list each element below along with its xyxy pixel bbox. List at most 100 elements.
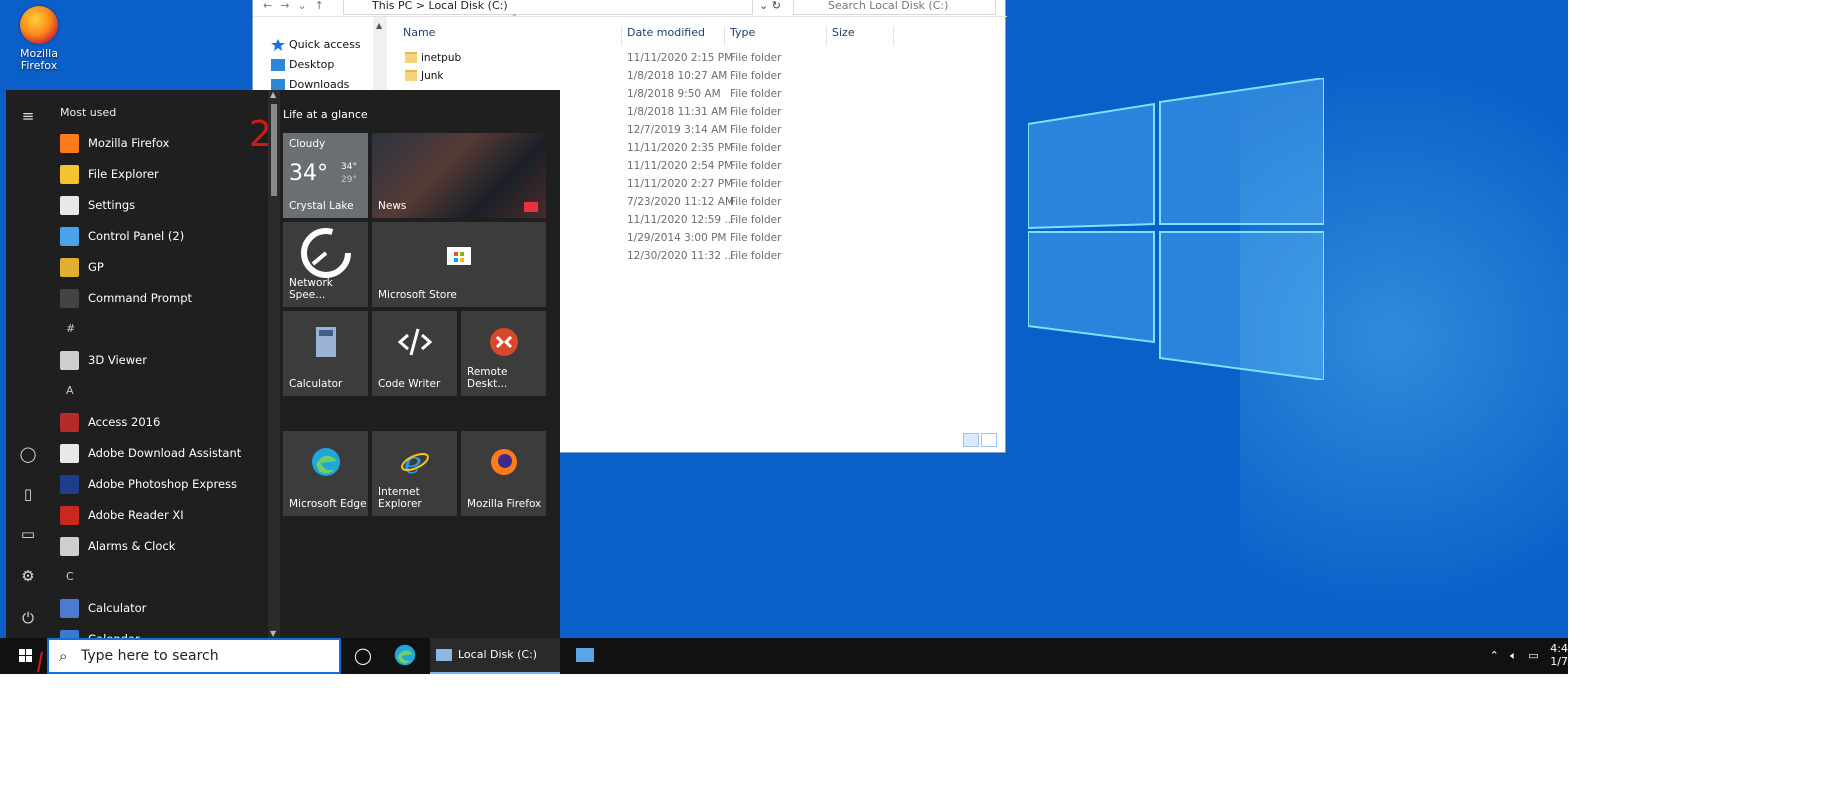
app-label: Adobe Reader XI bbox=[88, 508, 184, 522]
breadcrumb-local-disk[interactable]: Local Disk (C:) bbox=[429, 0, 508, 12]
app-item[interactable]: Mozilla Firefox bbox=[60, 128, 266, 158]
table-row[interactable]: inetpub 11/11/2020 2:15 PM File folder bbox=[393, 49, 993, 67]
windows-start-icon bbox=[19, 649, 43, 673]
edge-icon bbox=[311, 447, 340, 476]
column-date[interactable]: Date modified bbox=[627, 26, 705, 39]
taskbar-edge-button[interactable] bbox=[394, 644, 416, 668]
explorer-search-input[interactable]: Search Local Disk (C:) bbox=[793, 0, 996, 15]
column-name[interactable]: Name bbox=[403, 26, 435, 39]
group-letter[interactable]: A bbox=[66, 381, 74, 401]
firefox-icon bbox=[490, 448, 517, 475]
nav-arrows[interactable]: ←→⌄↑ bbox=[263, 0, 332, 12]
tile-code-writer[interactable]: Code Writer bbox=[372, 311, 457, 396]
weather-low: 29° bbox=[341, 175, 357, 185]
table-row[interactable]: Junk 1/8/2018 10:27 AM File folder bbox=[393, 67, 993, 85]
taskbar-search-input[interactable]: ⌕ Type here to search bbox=[47, 638, 341, 674]
app-item[interactable]: Adobe Reader XI bbox=[60, 500, 266, 530]
app-item[interactable]: File Explorer bbox=[60, 159, 266, 189]
group-letter[interactable]: # bbox=[66, 319, 75, 339]
control-panel-icon bbox=[60, 227, 79, 246]
pictures-icon[interactable]: ▭ bbox=[18, 524, 38, 544]
app-label: Command Prompt bbox=[88, 291, 193, 305]
app-item[interactable]: Command Prompt bbox=[60, 283, 266, 313]
scrollbar-thumb[interactable] bbox=[271, 104, 277, 196]
gear-icon bbox=[60, 196, 79, 215]
breadcrumb[interactable]: This PC > Local Disk (C:) bbox=[343, 0, 753, 15]
file-date: 12/30/2020 11:32 ... bbox=[627, 250, 735, 262]
tile-remote-desktop[interactable]: Remote Deskt... bbox=[461, 311, 546, 396]
tile-label: News bbox=[378, 200, 407, 212]
tile-news[interactable]: News bbox=[372, 133, 546, 218]
svg-text:e: e bbox=[404, 447, 422, 477]
control-panel-taskbar-icon[interactable] bbox=[576, 648, 594, 662]
start-menu: ≡ ◯ ▯ ▭ ⚙ ⏻ Most used Mozilla Firefox Fil… bbox=[6, 90, 560, 649]
file-type: File folder bbox=[730, 250, 782, 262]
windows-logo-wallpaper bbox=[1028, 78, 1324, 380]
refresh-icon[interactable]: ⌄ ↻ bbox=[759, 0, 781, 12]
tile-calculator[interactable]: Calculator bbox=[283, 311, 368, 396]
view-buttons bbox=[961, 432, 1001, 448]
file-date: 1/8/2018 9:50 AM bbox=[627, 88, 721, 100]
app-item[interactable]: 3D Viewer bbox=[60, 345, 266, 375]
system-tray: ⌃ 🔈︎ ▭ 4:4 1/7 bbox=[1490, 638, 1568, 674]
clock[interactable]: 4:4 1/7 bbox=[1550, 638, 1568, 668]
app-list: Most used Mozilla Firefox File Explorer Se… bbox=[50, 90, 268, 649]
app-item[interactable]: Settings bbox=[60, 190, 266, 220]
calculator-icon bbox=[60, 599, 79, 618]
app-item[interactable]: Adobe Photoshop Express bbox=[60, 469, 266, 499]
cortana-icon[interactable]: ◯ bbox=[354, 638, 372, 674]
speed-gauge-icon bbox=[300, 227, 351, 278]
weather-high: 34° bbox=[341, 162, 357, 172]
folder-icon bbox=[60, 165, 79, 184]
large-icons-view-icon[interactable] bbox=[981, 433, 997, 447]
tile-internet-explorer[interactable]: e Internet Explorer bbox=[372, 431, 457, 516]
tile-weather[interactable]: Cloudy 34° 34° 29° Crystal Lake bbox=[283, 133, 368, 218]
settings-gear-icon[interactable]: ⚙ bbox=[18, 566, 38, 586]
app-item[interactable]: Adobe Download Assistant bbox=[60, 438, 266, 468]
hamburger-menu-icon[interactable]: ≡ bbox=[18, 106, 38, 126]
gp-icon bbox=[60, 258, 79, 277]
folder-icon bbox=[405, 52, 417, 63]
group-letter[interactable]: C bbox=[66, 567, 74, 587]
file-date: 7/23/2020 11:12 AM bbox=[627, 196, 735, 208]
column-size[interactable]: Size bbox=[832, 26, 855, 39]
volume-icon[interactable]: 🔈︎ bbox=[1510, 649, 1517, 662]
tile-microsoft-edge[interactable]: Microsoft Edge bbox=[283, 431, 368, 516]
nav-item-quick-access[interactable]: Quick access bbox=[267, 35, 377, 55]
chevron-up-icon[interactable]: ⌃ bbox=[1490, 649, 1499, 662]
documents-icon[interactable]: ▯ bbox=[18, 484, 38, 504]
breadcrumb-this-pc[interactable]: This PC bbox=[372, 0, 412, 12]
power-icon[interactable]: ⏻ bbox=[18, 608, 38, 628]
edge-icon bbox=[394, 644, 416, 666]
tile-network-speed[interactable]: Network Spee... bbox=[283, 222, 368, 307]
scroll-up-arrow-icon[interactable]: ▲ bbox=[270, 90, 276, 99]
file-date: 11/11/2020 2:15 PM bbox=[627, 52, 734, 64]
adobe-icon bbox=[60, 444, 79, 463]
tile-mozilla-firefox[interactable]: Mozilla Firefox bbox=[461, 431, 546, 516]
pdf-icon bbox=[60, 506, 79, 525]
app-item[interactable]: Calculator bbox=[60, 593, 266, 623]
start-button[interactable] bbox=[6, 638, 46, 674]
details-view-icon[interactable] bbox=[963, 433, 979, 447]
tile-microsoft-store[interactable]: Microsoft Store bbox=[372, 222, 546, 307]
news-icon bbox=[524, 202, 538, 212]
nav-item-desktop[interactable]: Desktop bbox=[267, 55, 377, 75]
taskbar-file-explorer-button[interactable]: Local Disk (C:) bbox=[430, 638, 560, 674]
star-icon bbox=[271, 39, 285, 51]
scroll-down-arrow-icon[interactable]: ▼ bbox=[270, 629, 276, 638]
app-list-scrollbar[interactable]: ▲ ▼ bbox=[268, 90, 280, 638]
firefox-icon bbox=[60, 134, 79, 153]
tiles-area: Life at a glance Cloudy 34° 34° 29° Crys… bbox=[280, 90, 560, 638]
drive-icon bbox=[436, 649, 452, 661]
app-item[interactable]: Alarms & Clock bbox=[60, 531, 266, 561]
app-item[interactable]: Access 2016 bbox=[60, 407, 266, 437]
app-label: 3D Viewer bbox=[88, 353, 147, 367]
desktop-icon-firefox[interactable]: Mozilla Firefox bbox=[14, 6, 64, 72]
remote-desktop-icon bbox=[489, 327, 518, 356]
user-account-icon[interactable]: ◯ bbox=[18, 444, 38, 464]
photoshop-icon bbox=[60, 475, 79, 494]
app-item[interactable]: GP bbox=[60, 252, 266, 282]
network-icon[interactable]: ▭ bbox=[1528, 649, 1538, 662]
app-item[interactable]: Control Panel (2) bbox=[60, 221, 266, 251]
column-type[interactable]: Type bbox=[730, 26, 755, 39]
